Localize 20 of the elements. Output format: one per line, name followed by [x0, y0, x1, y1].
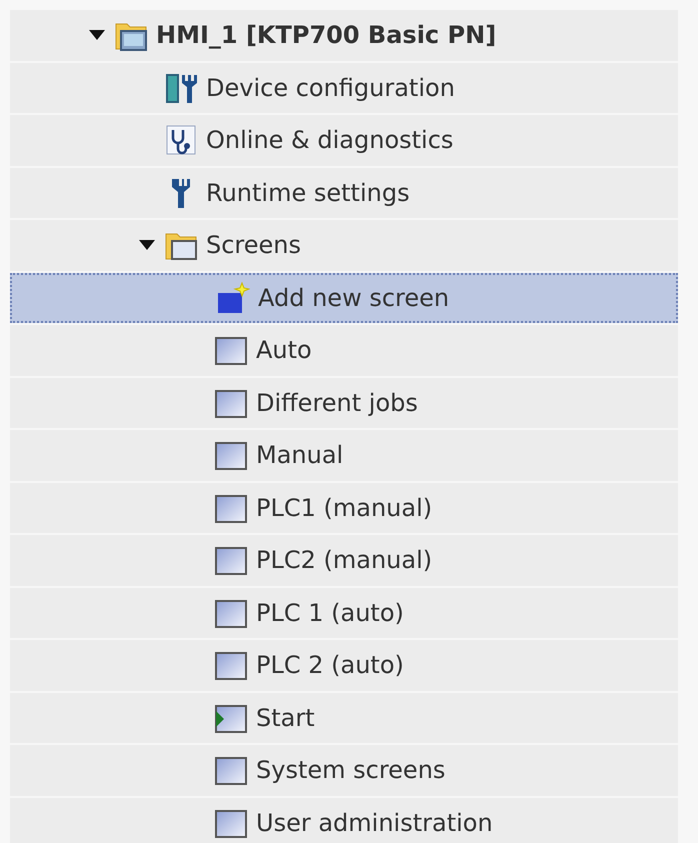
tree-item[interactable]: Manual — [10, 430, 678, 480]
expanded-caret-icon[interactable] — [138, 239, 156, 252]
tree-item[interactable]: PLC 1 (auto) — [10, 588, 678, 638]
tree-item[interactable]: Runtime settings — [10, 168, 678, 218]
stethoscope-icon — [164, 123, 198, 158]
tree-item[interactable]: HMI_1 [KTP700 Basic PN] — [10, 10, 678, 60]
tree-item[interactable]: Online & diagnostics — [10, 115, 678, 166]
tree-item[interactable]: Auto — [10, 325, 678, 376]
tree-item[interactable]: Start — [10, 692, 678, 743]
tree-item[interactable]: Device configuration — [10, 62, 678, 113]
expanded-caret-icon[interactable] — [88, 29, 106, 42]
tree-item[interactable]: PLC 2 (auto) — [10, 640, 678, 690]
tree-item[interactable]: System screens — [10, 745, 678, 796]
new-screen-icon — [216, 280, 250, 315]
tree-item[interactable]: PLC2 (manual) — [10, 535, 678, 586]
tree-item[interactable]: PLC1 (manual) — [10, 482, 678, 533]
tree-item[interactable]: User administration — [10, 798, 678, 843]
tree-item[interactable]: Screens — [10, 220, 678, 270]
tree-item[interactable]: Add new screen — [10, 272, 678, 323]
tree-item[interactable]: Different jobs — [10, 378, 678, 428]
